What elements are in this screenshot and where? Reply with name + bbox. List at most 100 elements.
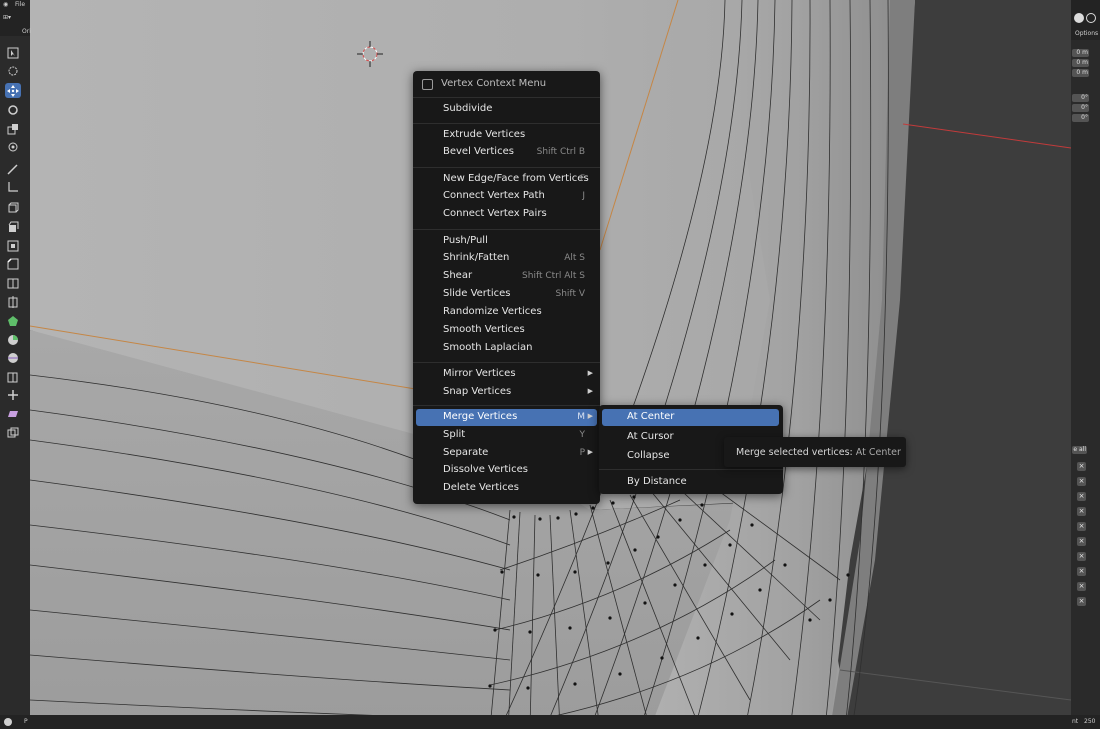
header-left: ◉ File ⊞▾ Ori <box>0 0 31 36</box>
menu-item-label: Connect Vertex Pairs <box>443 208 547 219</box>
rip-icon[interactable] <box>5 425 21 440</box>
menu-item-label: Mirror Vertices <box>443 368 516 379</box>
menu-item-label: Shrink/Fatten <box>443 252 510 263</box>
rotate-icon[interactable] <box>5 102 21 117</box>
shading-solid-icon[interactable] <box>1074 13 1084 23</box>
menu-separator <box>413 97 600 98</box>
menu-item-bevel-vertices[interactable]: Bevel Vertices Shift Ctrl B <box>416 144 597 161</box>
menu-item-smooth-vertices[interactable]: Smooth Vertices <box>416 322 597 339</box>
menu-item-label: Slide Vertices <box>443 288 511 299</box>
scale-icon[interactable] <box>5 121 21 136</box>
tooltip: Merge selected vertices: At Center <box>724 437 906 467</box>
submenu-item-by-distance[interactable]: By Distance <box>602 474 779 491</box>
menu-item-new-edge-face[interactable]: New Edge/Face from Vertices F <box>416 171 597 188</box>
submenu-item-label: By Distance <box>627 476 687 487</box>
measure-icon[interactable] <box>5 179 21 194</box>
location-z-field[interactable]: 0 m <box>1072 69 1089 77</box>
loop-cut-icon[interactable] <box>5 275 21 290</box>
knife-icon[interactable] <box>5 294 21 309</box>
menu-item-randomize-vertices[interactable]: Randomize Vertices <box>416 304 597 321</box>
menu-separator <box>413 405 600 406</box>
options-label[interactable]: Options <box>1075 30 1098 37</box>
rotation-y-field[interactable]: 0° <box>1072 104 1089 112</box>
submenu-item-label: At Cursor <box>627 431 674 442</box>
close-icon[interactable]: × <box>1077 567 1086 576</box>
close-icon[interactable]: × <box>1077 492 1086 501</box>
menu-item-smooth-laplacian[interactable]: Smooth Laplacian <box>416 340 597 357</box>
menu-item-connect-vertex-pairs[interactable]: Connect Vertex Pairs <box>416 206 597 223</box>
location-x-field[interactable]: 0 m <box>1072 49 1089 57</box>
vertex-context-menu: Vertex Context Menu Subdivide Extrude Ve… <box>413 71 600 504</box>
close-icon[interactable]: × <box>1077 462 1086 471</box>
menu-item-slide-vertices[interactable]: Slide Vertices Shift V <box>416 286 597 303</box>
close-icon[interactable]: × <box>1077 477 1086 486</box>
menu-separator <box>413 229 600 230</box>
shading-material-icon[interactable] <box>1086 13 1096 23</box>
smooth-icon[interactable] <box>5 350 21 365</box>
menu-item-subdivide[interactable]: Subdivide <box>416 101 597 118</box>
tooltip-text: Merge selected vertices: At Center <box>736 447 901 458</box>
rotation-x-field[interactable]: 0° <box>1072 94 1089 102</box>
shear-icon[interactable] <box>5 406 21 421</box>
close-icon[interactable]: × <box>1077 522 1086 531</box>
menu-separator <box>413 123 600 124</box>
menu-item-shortcut: F <box>579 174 585 184</box>
extrude-icon[interactable] <box>5 219 21 234</box>
menu-item-label: Connect Vertex Path <box>443 190 545 201</box>
menu-title: Vertex Context Menu <box>441 78 547 89</box>
inset-icon[interactable] <box>5 238 21 253</box>
location-y-field[interactable]: 0 m <box>1072 59 1089 67</box>
bevel-icon[interactable] <box>5 256 21 271</box>
menu-item-split[interactable]: Split Y <box>416 427 597 444</box>
menu-item-merge-vertices[interactable]: Merge Vertices M ▶ <box>416 409 597 426</box>
menu-item-label: Merge Vertices <box>443 411 518 422</box>
menu-item-mirror-vertices[interactable]: Mirror Vertices ▶ <box>416 366 597 383</box>
shrink-icon[interactable] <box>5 387 21 402</box>
submenu-item-label: At Center <box>627 411 675 422</box>
close-icon[interactable]: × <box>1077 582 1086 591</box>
menu-item-connect-vertex-path[interactable]: Connect Vertex Path J <box>416 188 597 205</box>
merge-all-button[interactable]: e all <box>1072 446 1087 454</box>
menu-item-dissolve-vertices[interactable]: Dissolve Vertices <box>416 462 597 479</box>
mode-select-icon[interactable]: ⊞▾ <box>3 14 11 21</box>
menu-item-shortcut: J <box>582 191 585 201</box>
menu-separator <box>413 362 600 363</box>
select-box-icon[interactable] <box>5 45 21 60</box>
close-icon[interactable]: × <box>1077 597 1086 606</box>
menu-item-shortcut: Shift Ctrl B <box>536 147 585 157</box>
add-cube-icon[interactable] <box>5 200 21 215</box>
menu-item-shear[interactable]: Shear Shift Ctrl Alt S <box>416 268 597 285</box>
poly-build-icon[interactable] <box>5 313 21 328</box>
submenu-arrow-icon: ▶ <box>587 369 593 377</box>
menu-item-extrude-vertices[interactable]: Extrude Vertices <box>416 127 597 144</box>
transform-icon[interactable] <box>5 139 21 154</box>
cursor-icon[interactable] <box>5 63 21 78</box>
menu-item-push-pull[interactable]: Push/Pull <box>416 233 597 250</box>
tooltip-value: At Center <box>855 447 901 458</box>
status-bar: P nt 250 <box>0 715 1100 729</box>
menu-title-bar: Vertex Context Menu <box>413 71 600 97</box>
status-right-text: nt <box>1072 718 1079 725</box>
submenu-arrow-icon: ▶ <box>587 387 593 395</box>
menu-item-separate[interactable]: Separate P ▶ <box>416 445 597 462</box>
file-menu[interactable]: File <box>15 1 25 8</box>
menu-item-snap-vertices[interactable]: Snap Vertices ▶ <box>416 384 597 401</box>
move-icon[interactable] <box>5 83 21 98</box>
menu-item-label: Snap Vertices <box>443 386 512 397</box>
close-icon[interactable]: × <box>1077 537 1086 546</box>
menu-item-delete-vertices[interactable]: Delete Vertices <box>416 480 597 497</box>
menu-item-label: Smooth Laplacian <box>443 342 533 353</box>
rotation-z-field[interactable]: 0° <box>1072 114 1089 122</box>
menu-item-shrink-fatten[interactable]: Shrink/Fatten Alt S <box>416 250 597 267</box>
tooltip-label: Merge selected vertices: <box>736 447 853 458</box>
menu-item-label: Bevel Vertices <box>443 146 514 157</box>
submenu-arrow-icon: ▶ <box>587 448 593 456</box>
submenu-item-at-center[interactable]: At Center <box>602 409 779 426</box>
menu-item-label: Subdivide <box>443 103 493 114</box>
close-icon[interactable]: × <box>1077 507 1086 516</box>
annotate-icon[interactable] <box>5 161 21 176</box>
blender-icon[interactable]: ◉ <box>3 1 8 8</box>
edge-slide-icon[interactable] <box>5 369 21 384</box>
close-icon[interactable]: × <box>1077 552 1086 561</box>
spin-icon[interactable] <box>5 332 21 347</box>
